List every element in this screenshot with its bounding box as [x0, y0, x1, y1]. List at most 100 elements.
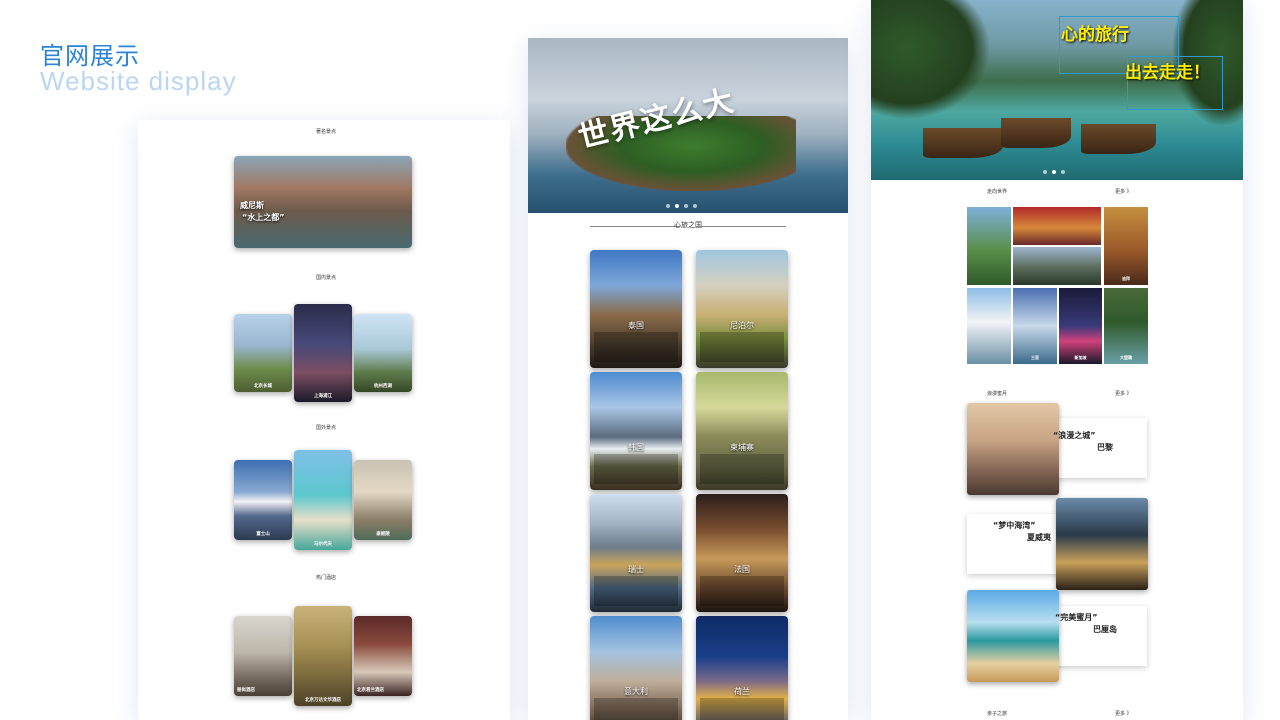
boat-image: [1001, 118, 1071, 148]
boat-image: [923, 128, 1003, 158]
carousel-dot[interactable]: [1043, 170, 1047, 174]
section-title-domestic: 国内景点: [316, 275, 337, 281]
carousel-dot[interactable]: [1061, 170, 1065, 174]
venice-subtitle: “水上之都”: [242, 213, 285, 222]
foreign-card-1[interactable]: 富士山: [234, 460, 292, 540]
tile-label: 大堡礁: [1120, 355, 1132, 360]
world-tile[interactable]: 大堡礁: [1104, 288, 1148, 364]
domestic-label-1: 北京长城: [254, 384, 272, 389]
world-tile[interactable]: [1013, 207, 1101, 245]
domestic-card-1[interactable]: 北京长城: [234, 314, 292, 392]
foreign-card-2[interactable]: 马尔代夫: [294, 450, 352, 550]
website-panel-countries: 世界这么大 心旅之国 泰国 尼泊尔 韩国 柬埔寨 瑞士 法国 意大利 荷兰: [528, 38, 848, 720]
feature-image-paris[interactable]: [967, 403, 1059, 495]
country-card-cambodia[interactable]: 柬埔寨: [696, 372, 788, 490]
more-link[interactable]: 更多 》: [1115, 710, 1132, 717]
feature-sub-paris: 巴黎: [1097, 443, 1113, 452]
venice-card[interactable]: 威尼斯 “水上之都”: [234, 156, 412, 248]
country-name: 柬埔寨: [730, 443, 754, 452]
tile-label: 新加坡: [1074, 355, 1087, 360]
country-desc: [594, 454, 678, 484]
country-card-korea[interactable]: 韩国: [590, 372, 682, 490]
hero-line-1: 心的旅行: [1061, 25, 1129, 45]
feature-title-hawaii: “梦中海湾”: [993, 521, 1036, 530]
hero-line-2: 出去走走！: [1125, 63, 1210, 83]
world-tile[interactable]: 三亚: [1013, 288, 1057, 364]
country-card-switzerland[interactable]: 瑞士: [590, 494, 682, 612]
hotel-card-2[interactable]: 北京万达文华酒店: [294, 606, 352, 706]
country-desc: [594, 576, 678, 606]
country-desc: [700, 698, 784, 720]
country-desc: [700, 576, 784, 606]
country-name: 法国: [734, 565, 750, 574]
page-heading-en: Website display: [40, 66, 237, 96]
more-link[interactable]: 更多 》: [1115, 188, 1132, 195]
tile-label: 三亚: [1031, 355, 1039, 360]
country-card-france[interactable]: 法国: [696, 494, 788, 612]
country-card-thailand[interactable]: 泰国: [590, 250, 682, 368]
carousel-dots[interactable]: [1043, 170, 1065, 174]
section-title-foreign: 国外景点: [316, 425, 337, 431]
country-name: 尼泊尔: [730, 321, 754, 330]
carousel-dots[interactable]: [666, 204, 697, 208]
hotel-card-3[interactable]: 北京君兰酒店: [354, 616, 412, 696]
country-card-nepal[interactable]: 尼泊尔: [696, 250, 788, 368]
world-tile[interactable]: 迪拜: [1104, 207, 1148, 285]
section-title-hotels: 热门酒店: [316, 575, 337, 581]
hotel-label-3: 北京君兰酒店: [357, 688, 384, 693]
divider-right: [696, 226, 786, 227]
country-desc: [594, 332, 678, 362]
hero-banner: 世界这么大: [528, 38, 848, 213]
boat-image: [1081, 124, 1156, 154]
rock-left-image: [871, 0, 991, 120]
feature-title-paris: “浪漫之城”: [1053, 431, 1096, 440]
section-title-famous: 著名景点: [316, 129, 337, 135]
section-title-countries: 心旅之国: [674, 221, 702, 229]
feature-title-bali: “完美蜜月”: [1055, 613, 1098, 622]
country-desc: [594, 698, 678, 720]
foreign-label-2: 马尔代夫: [314, 542, 332, 547]
carousel-dot[interactable]: [666, 204, 670, 208]
carousel-dot[interactable]: [684, 204, 688, 208]
feature-image-hawaii[interactable]: [1056, 498, 1148, 590]
world-tile[interactable]: [967, 288, 1011, 364]
country-name: 韩国: [628, 443, 644, 452]
domestic-card-2[interactable]: 上海浦江: [294, 304, 352, 402]
foreign-card-3[interactable]: 泰姬陵: [354, 460, 412, 540]
country-name: 意大利: [624, 687, 648, 696]
world-tile[interactable]: 新加坡: [1059, 288, 1102, 364]
hotel-label-1: 丽尚酒店: [237, 688, 255, 693]
website-panel-travel: 心的旅行 出去走走！ 走向世界 更多 》 迪拜 三亚 新加坡 大堡礁 浪漫蜜月 …: [871, 0, 1243, 720]
page: 官网展示 Website display 著名景点 威尼斯 “水上之都” 国内景…: [0, 0, 1280, 720]
country-desc: [700, 332, 784, 362]
hotel-label-2: 北京万达文华酒店: [305, 698, 341, 703]
hotel-card-1[interactable]: 丽尚酒店: [234, 616, 292, 696]
hero-banner-2: 心的旅行 出去走走！: [871, 0, 1243, 180]
country-card-italy[interactable]: 意大利: [590, 616, 682, 720]
country-name: 泰国: [628, 321, 644, 330]
more-link[interactable]: 更多 》: [1115, 390, 1132, 397]
feature-image-bali[interactable]: [967, 590, 1059, 682]
venice-title: 威尼斯: [240, 201, 264, 210]
section-title-honeymoon: 浪漫蜜月: [987, 391, 1008, 397]
tile-label: 迪拜: [1122, 276, 1130, 281]
world-tile[interactable]: [967, 207, 1011, 285]
country-desc: [700, 454, 784, 484]
world-tile[interactable]: [1013, 247, 1101, 285]
country-card-netherlands[interactable]: 荷兰: [696, 616, 788, 720]
domestic-label-2: 上海浦江: [314, 394, 332, 399]
section-title-parent: 亲子之旅: [987, 711, 1008, 717]
domestic-card-3[interactable]: 杭州西湖: [354, 314, 412, 392]
carousel-dot[interactable]: [693, 204, 697, 208]
domestic-label-3: 杭州西湖: [374, 384, 392, 389]
carousel-dot[interactable]: [1052, 170, 1056, 174]
foreign-label-3: 泰姬陵: [376, 532, 390, 537]
country-name: 瑞士: [628, 565, 644, 574]
section-title-world: 走向世界: [987, 189, 1008, 195]
foreign-label-1: 富士山: [256, 532, 270, 537]
website-panel-attractions: 著名景点 威尼斯 “水上之都” 国内景点 北京长城 上海浦江 杭州西湖 国外景点…: [138, 120, 510, 720]
feature-sub-hawaii: 夏威夷: [1027, 533, 1051, 542]
country-name: 荷兰: [734, 687, 750, 696]
feature-sub-bali: 巴厘岛: [1093, 625, 1117, 634]
carousel-dot[interactable]: [675, 204, 679, 208]
